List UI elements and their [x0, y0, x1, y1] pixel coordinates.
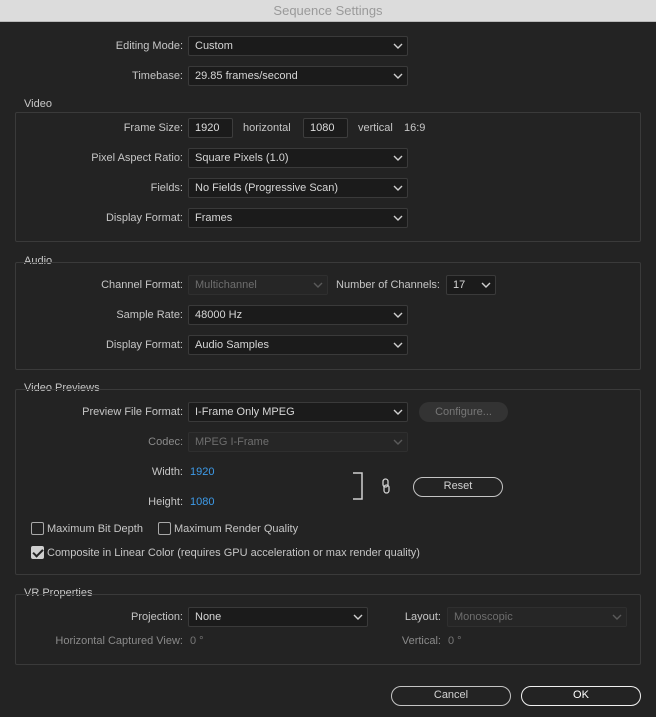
num-channels-value: 17 [453, 279, 466, 291]
sample-rate-dropdown[interactable]: 48000 Hz [188, 305, 408, 325]
preview-width-value[interactable]: 1920 [190, 462, 214, 482]
pixel-aspect-label: Pixel Aspect Ratio: [91, 152, 183, 164]
linear-color-checkbox[interactable] [31, 546, 44, 559]
frame-height-input[interactable]: 1080 [303, 118, 348, 138]
num-channels-label: Number of Channels: [336, 279, 440, 291]
constrain-bracket-icon [352, 472, 364, 500]
video-display-format-label: Display Format: [105, 212, 183, 224]
max-bit-depth-label: Maximum Bit Depth [47, 523, 143, 535]
timebase-dropdown[interactable]: 29.85 frames/second [188, 66, 408, 86]
timebase-label: Timebase: [132, 70, 183, 82]
preview-width-label: Width: [151, 466, 183, 478]
channel-format-dropdown[interactable]: Multichannel [188, 275, 328, 295]
chevron-down-icon [393, 408, 403, 416]
audio-display-format-dropdown[interactable]: Audio Samples [188, 335, 408, 355]
preview-height-label: Height: [148, 496, 183, 508]
chevron-down-icon [393, 154, 403, 162]
linear-color-label: Composite in Linear Color (requires GPU … [47, 547, 420, 559]
codec-dropdown[interactable]: MPEG I-Frame [188, 432, 408, 452]
codec-value: MPEG I-Frame [195, 436, 269, 448]
window-title: Sequence Settings [273, 3, 383, 18]
vr-group [15, 594, 641, 665]
layout-dropdown[interactable]: Monoscopic [447, 607, 627, 627]
preview-format-value: I-Frame Only MPEG [195, 406, 295, 418]
channel-format-value: Multichannel [195, 279, 257, 291]
layout-label: Layout: [404, 611, 441, 623]
vertical-view-value[interactable]: 0 ° [448, 631, 462, 651]
configure-button[interactable]: Configure... [419, 402, 508, 422]
editing-mode-value: Custom [195, 40, 233, 52]
num-channels-dropdown[interactable]: 17 [446, 275, 496, 295]
audio-display-format-label: Display Format: [105, 339, 183, 351]
chevron-down-icon [393, 42, 403, 50]
pixel-aspect-dropdown[interactable]: Square Pixels (1.0) [188, 148, 408, 168]
aspect-ratio-text: 16:9 [404, 122, 426, 134]
link-icon[interactable] [380, 478, 392, 494]
fields-value: No Fields (Progressive Scan) [195, 182, 339, 194]
projection-dropdown[interactable]: None [188, 607, 368, 627]
chevron-down-icon [481, 281, 491, 289]
chevron-down-icon [313, 281, 323, 289]
video-group-title: Video [24, 98, 52, 110]
video-display-format-value: Frames [195, 212, 233, 224]
chevron-down-icon [393, 341, 403, 349]
fields-dropdown[interactable]: No Fields (Progressive Scan) [188, 178, 408, 198]
editing-mode-label: Editing Mode: [115, 40, 183, 52]
chevron-down-icon [393, 184, 403, 192]
pixel-aspect-value: Square Pixels (1.0) [195, 152, 289, 164]
max-render-quality-checkbox[interactable] [158, 522, 171, 535]
h-view-label: Horizontal Captured View: [55, 635, 183, 647]
max-bit-depth-checkbox[interactable] [31, 522, 44, 535]
projection-value: None [195, 611, 222, 623]
preview-height-value[interactable]: 1080 [190, 492, 214, 512]
vertical-label: vertical [358, 122, 393, 134]
video-display-format-dropdown[interactable]: Frames [188, 208, 408, 228]
timebase-value: 29.85 frames/second [195, 70, 298, 82]
chevron-down-icon [393, 311, 403, 319]
chevron-down-icon [612, 613, 622, 621]
editing-mode-dropdown[interactable]: Custom [188, 36, 408, 56]
frame-size-label: Frame Size: [123, 122, 183, 134]
max-render-quality-label: Maximum Render Quality [174, 523, 299, 535]
audio-display-format-value: Audio Samples [195, 339, 269, 351]
chevron-down-icon [393, 214, 403, 222]
preview-format-label: Preview File Format: [82, 406, 183, 418]
projection-label: Projection: [131, 611, 183, 623]
reset-button[interactable]: Reset [413, 477, 503, 497]
preview-format-dropdown[interactable]: I-Frame Only MPEG [188, 402, 408, 422]
codec-label: Codec: [148, 436, 183, 448]
ok-button[interactable]: OK [521, 686, 641, 706]
window-titlebar: Sequence Settings [0, 0, 656, 22]
horizontal-label: horizontal [243, 122, 291, 134]
sample-rate-value: 48000 Hz [195, 309, 243, 321]
chevron-down-icon [353, 613, 363, 621]
layout-value: Monoscopic [454, 611, 513, 623]
chevron-down-icon [393, 438, 403, 446]
h-view-value[interactable]: 0 ° [190, 631, 204, 651]
vertical-view-label: Vertical: [401, 635, 441, 647]
fields-label: Fields: [150, 182, 183, 194]
sample-rate-label: Sample Rate: [116, 309, 183, 321]
frame-width-input[interactable]: 1920 [188, 118, 233, 138]
chevron-down-icon [393, 72, 403, 80]
cancel-button[interactable]: Cancel [391, 686, 511, 706]
channel-format-label: Channel Format: [101, 279, 183, 291]
